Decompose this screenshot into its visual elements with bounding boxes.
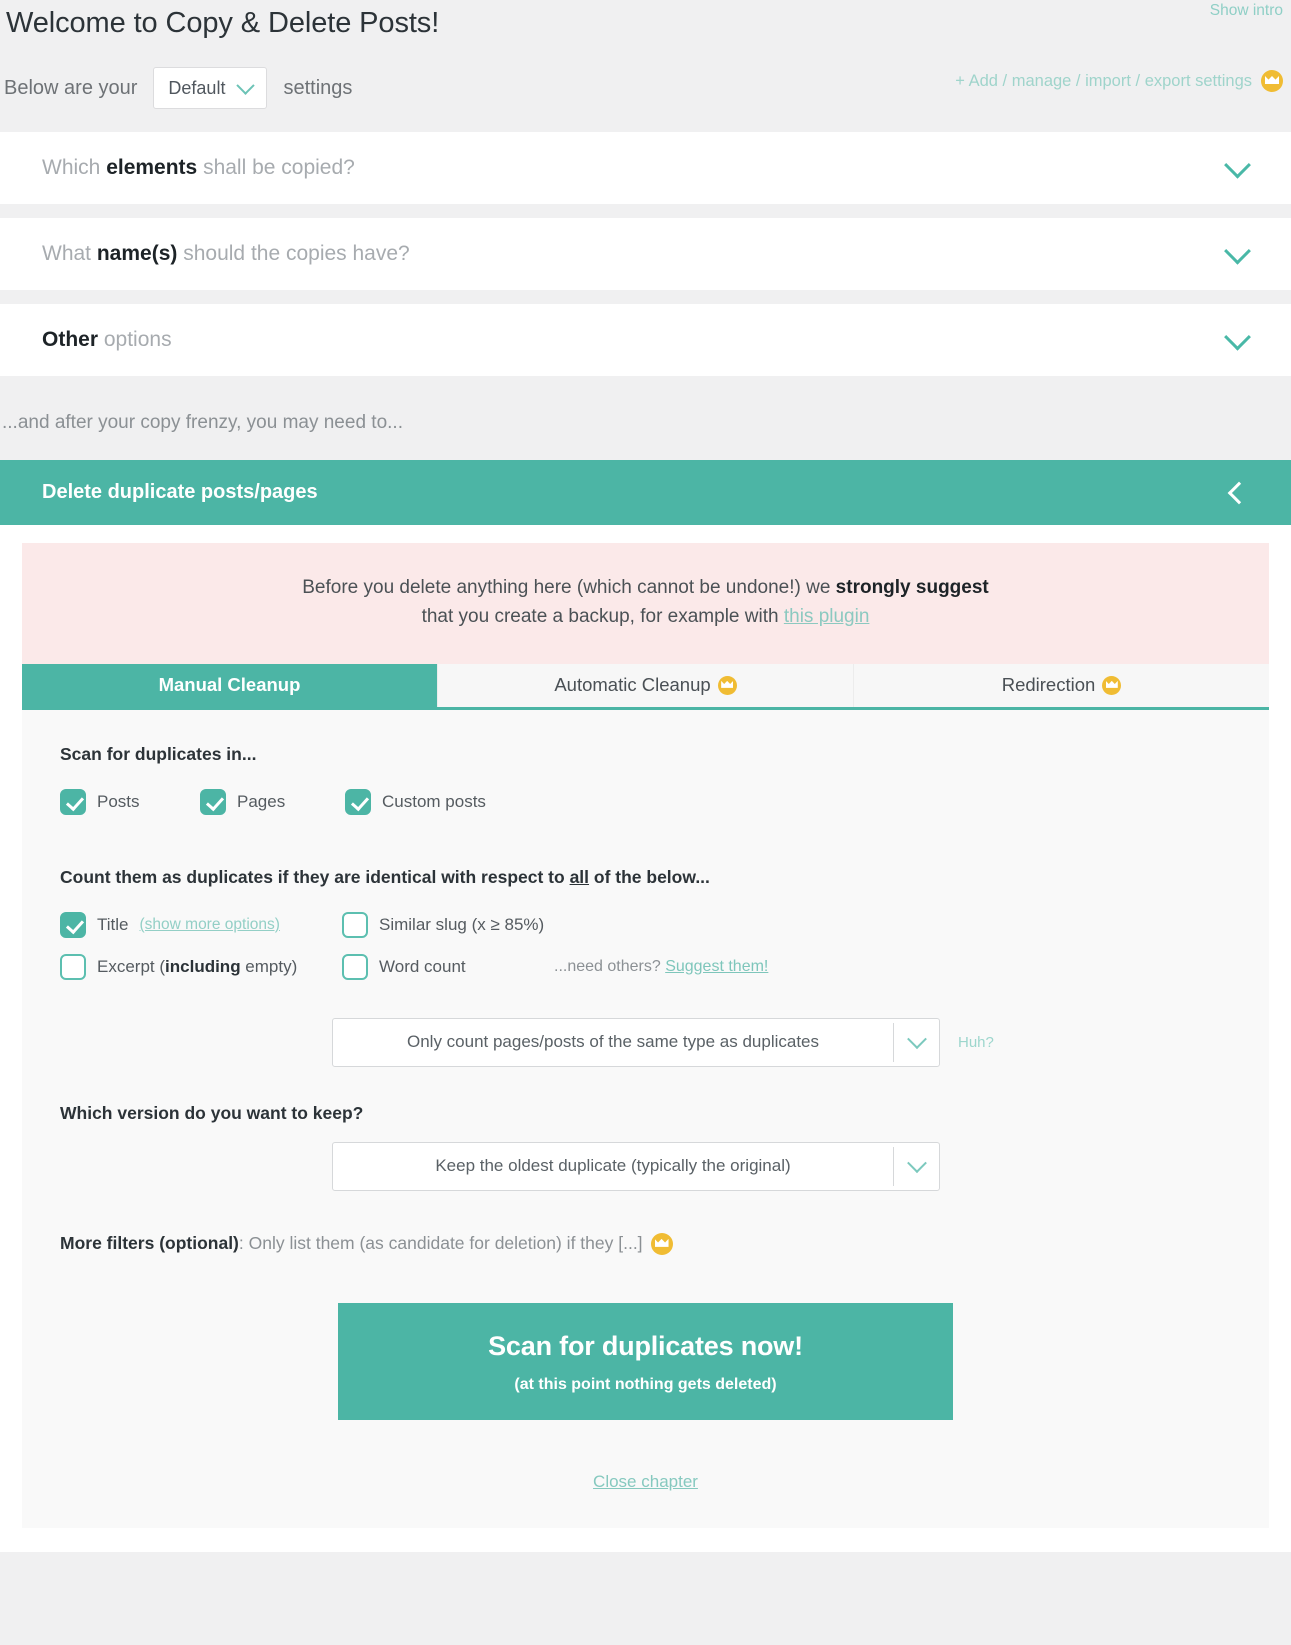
tab-redirection-label: Redirection xyxy=(1001,674,1096,696)
chevron-down-icon xyxy=(236,75,256,95)
crown-icon xyxy=(717,675,737,695)
checkbox-title-label: Title xyxy=(97,914,129,934)
checkbox-custom-posts-label: Custom posts xyxy=(382,791,486,811)
checkbox-posts[interactable]: Posts xyxy=(60,788,200,815)
accordion-names[interactable]: What name(s) should the copies have? xyxy=(0,218,1291,290)
accordion-other-label: Other options xyxy=(42,328,172,351)
chapter-header-delete-duplicates[interactable]: Delete duplicate posts/pages xyxy=(0,460,1291,525)
show-intro-link[interactable]: Show intro xyxy=(1210,2,1283,20)
select-arrow[interactable] xyxy=(894,1029,939,1050)
checkbox-word-count[interactable]: Word count xyxy=(342,953,554,980)
checkbox-similar-slug-box[interactable] xyxy=(342,911,368,938)
chevron-down-icon xyxy=(1224,237,1251,265)
select-arrow[interactable] xyxy=(894,1153,939,1174)
type-select-row: Only count pages/posts of the same type … xyxy=(60,1017,1231,1067)
backup-warning-line2: that you create a backup, for example wi… xyxy=(421,606,870,628)
checkbox-title[interactable]: Title (show more options) xyxy=(60,911,342,938)
tab-automatic-cleanup-label: Automatic Cleanup xyxy=(554,674,711,696)
more-filters-row[interactable]: More filters (optional): Only list them … xyxy=(60,1232,1231,1255)
manage-settings-link[interactable]: + Add / manage / import / export setting… xyxy=(955,70,1283,92)
crown-icon xyxy=(650,1232,673,1255)
huh-help-link[interactable]: Huh? xyxy=(958,1034,994,1051)
plugin-settings-page: Show intro Welcome to Copy & Delete Post… xyxy=(0,0,1291,1594)
intro-section: Show intro Welcome to Copy & Delete Post… xyxy=(0,0,1291,132)
cleanup-tabs: Manual Cleanup Automatic Cleanup Redirec… xyxy=(22,663,1269,710)
tab-automatic-cleanup[interactable]: Automatic Cleanup xyxy=(438,663,854,707)
close-chapter-wrapper: Close chapter xyxy=(60,1472,1231,1498)
settings-preset-row: Below are your Default settings + Add / … xyxy=(0,46,1291,116)
checkbox-pages[interactable]: Pages xyxy=(200,788,345,815)
settings-lead-text: Below are your xyxy=(4,76,138,99)
checkbox-word-count-box[interactable] xyxy=(342,953,368,980)
cta-wrapper: Scan for duplicates now! (at this point … xyxy=(60,1302,1231,1420)
manage-settings-label: + Add / manage / import / export setting… xyxy=(955,71,1252,90)
accordion-other[interactable]: Other options xyxy=(0,304,1291,376)
backup-warning: Before you delete anything here (which c… xyxy=(22,543,1269,664)
chevron-down-icon xyxy=(906,1153,927,1174)
checkbox-title-box[interactable] xyxy=(60,911,86,938)
duplicate-type-select[interactable]: Only count pages/posts of the same type … xyxy=(332,1017,940,1067)
close-chapter-link[interactable]: Close chapter xyxy=(593,1472,698,1491)
page-footer-spacer xyxy=(0,1551,1291,1594)
chapter-title: Delete duplicate posts/pages xyxy=(42,481,318,503)
checkbox-excerpt-box[interactable] xyxy=(60,953,86,980)
after-copy-text: ...and after your copy frenzy, you may n… xyxy=(0,390,1291,460)
checkbox-similar-slug[interactable]: Similar slug (x ≥ 85%) xyxy=(342,911,554,938)
checkbox-pages-label: Pages xyxy=(237,791,286,811)
chevron-down-icon xyxy=(1224,151,1251,179)
checkbox-pages-box[interactable] xyxy=(200,788,226,815)
scan-for-duplicates-button[interactable]: Scan for duplicates now! (at this point … xyxy=(338,1302,953,1420)
criteria-options: Title (show more options) Similar slug (… xyxy=(60,911,1231,980)
scan-in-heading: Scan for duplicates in... xyxy=(60,743,257,764)
suggest-criteria: ...need others? Suggest them! xyxy=(554,957,769,975)
accordion-elements[interactable]: Which elements shall be copied? xyxy=(0,132,1291,204)
crown-icon xyxy=(1261,70,1283,92)
chevron-down-icon xyxy=(906,1029,927,1050)
tab-manual-cleanup[interactable]: Manual Cleanup xyxy=(22,663,438,707)
settings-trail-text: settings xyxy=(283,76,353,99)
chapter-body: Before you delete anything here (which c… xyxy=(0,525,1291,1552)
scan-in-options: Posts Pages Custom posts xyxy=(60,788,1231,815)
checkbox-excerpt-label: Excerpt (including empty) xyxy=(97,956,298,976)
this-plugin-link[interactable]: this plugin xyxy=(784,606,870,627)
checkbox-posts-label: Posts xyxy=(97,791,140,811)
duplicate-type-value: Only count pages/posts of the same type … xyxy=(406,1032,820,1052)
settings-preset-select[interactable]: Default xyxy=(153,67,268,109)
chevron-left-icon[interactable] xyxy=(1227,481,1251,504)
more-filters-text: More filters (optional): Only list them … xyxy=(60,1233,643,1254)
chevron-down-icon xyxy=(1224,323,1251,351)
tab-manual-cleanup-label: Manual Cleanup xyxy=(158,674,301,696)
page-title: Welcome to Copy & Delete Posts! xyxy=(6,7,440,39)
settings-preset-value: Default xyxy=(168,77,226,98)
checkbox-custom-posts-box[interactable] xyxy=(345,788,371,815)
keep-version-value: Keep the oldest duplicate (typically the… xyxy=(435,1156,791,1176)
keep-version-select[interactable]: Keep the oldest duplicate (typically the… xyxy=(332,1141,940,1191)
manual-cleanup-panel: Scan for duplicates in... Posts Pages Cu… xyxy=(22,709,1269,1528)
checkbox-word-count-label: Word count xyxy=(379,956,466,976)
checkbox-excerpt[interactable]: Excerpt (including empty) xyxy=(60,953,342,980)
suggest-them-link[interactable]: Suggest them! xyxy=(665,958,768,975)
checkbox-custom-posts[interactable]: Custom posts xyxy=(345,788,486,815)
scan-button-label: Scan for duplicates now! xyxy=(488,1330,803,1361)
tab-redirection[interactable]: Redirection xyxy=(854,663,1269,707)
scan-button-subtext: (at this point nothing gets deleted) xyxy=(514,1375,777,1393)
show-more-options-link[interactable]: (show more options) xyxy=(140,916,280,934)
keep-heading: Which version do you want to keep? xyxy=(60,1102,364,1123)
checkbox-posts-box[interactable] xyxy=(60,788,86,815)
accordion-names-label: What name(s) should the copies have? xyxy=(42,242,410,265)
keep-select-row: Keep the oldest duplicate (typically the… xyxy=(60,1141,1231,1191)
checkbox-similar-slug-label: Similar slug (x ≥ 85%) xyxy=(379,914,545,934)
accordion-elements-label: Which elements shall be copied? xyxy=(42,156,355,179)
backup-warning-line1: Before you delete anything here (which c… xyxy=(302,577,989,598)
criteria-heading: Count them as duplicates if they are ide… xyxy=(60,866,710,887)
crown-icon xyxy=(1102,675,1122,695)
